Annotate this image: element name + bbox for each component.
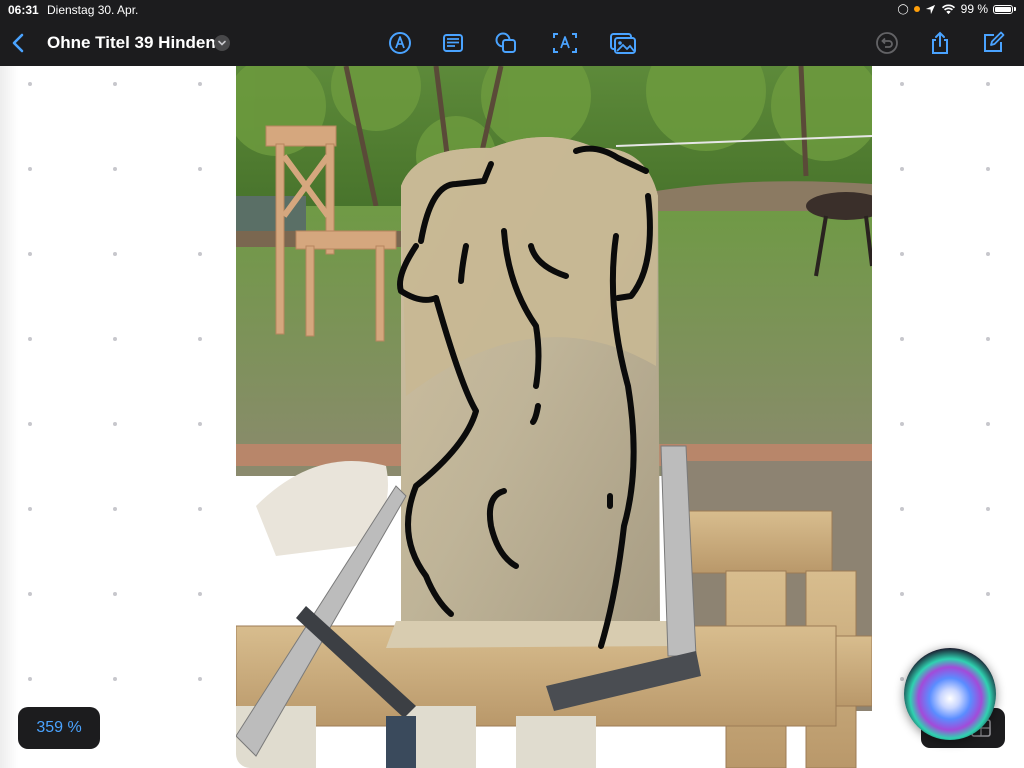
grid-dot — [113, 677, 117, 681]
status-time: 06:31 — [8, 3, 39, 17]
grid-dot — [900, 252, 904, 256]
grid-dot — [986, 422, 990, 426]
grid-dot — [113, 337, 117, 341]
grid-dot — [900, 422, 904, 426]
wifi-icon — [941, 3, 955, 14]
grid-dot — [28, 592, 32, 596]
grid-dot — [986, 337, 990, 341]
location-icon — [925, 4, 935, 14]
grid-dot — [28, 337, 32, 341]
undo-icon — [876, 32, 898, 54]
text-icon — [553, 33, 577, 53]
textbox-icon — [443, 34, 463, 52]
text-tool-button[interactable] — [552, 31, 577, 55]
grid-dot — [900, 677, 904, 681]
pen-tool-button[interactable] — [388, 31, 412, 55]
sculpture-photo-image — [236, 66, 872, 768]
pen-icon — [389, 32, 411, 54]
screen-mirroring-icon: ◯ — [897, 3, 909, 15]
zoom-level-label: 359 % — [36, 719, 82, 736]
share-icon — [932, 31, 948, 54]
siri-orb-icon[interactable] — [904, 648, 996, 740]
grid-dot — [900, 337, 904, 341]
compose-button[interactable] — [981, 31, 1005, 55]
battery-tip-icon — [1014, 7, 1016, 11]
grid-dot — [113, 167, 117, 171]
grid-dot — [900, 167, 904, 171]
battery-percent: 99 % — [960, 2, 988, 16]
grid-dot — [900, 82, 904, 86]
grid-dot — [28, 252, 32, 256]
grid-dot — [986, 252, 990, 256]
grid-dot — [113, 252, 117, 256]
status-date: Dienstag 30. Apr. — [47, 3, 139, 17]
document-title[interactable]: Ohne Titel 39 Hinden — [47, 33, 216, 53]
undo-button[interactable] — [875, 31, 899, 55]
grid-dot — [198, 677, 202, 681]
canvas-edge-shadow — [0, 66, 18, 768]
shapes-tool-button[interactable] — [494, 31, 518, 55]
grid-dot — [113, 592, 117, 596]
shapes-icon — [495, 32, 516, 53]
grid-dot — [986, 167, 990, 171]
back-button[interactable] — [8, 31, 30, 55]
grid-dot — [198, 167, 202, 171]
grid-dot — [986, 82, 990, 86]
grid-dot — [113, 422, 117, 426]
grid-dot — [900, 507, 904, 511]
back-chevron-icon — [12, 33, 24, 53]
status-bar: 06:31 Dienstag 30. Apr. ◯ 99 % — [0, 0, 1024, 20]
grid-dot — [198, 252, 202, 256]
grid-dot — [986, 507, 990, 511]
grid-dot — [28, 677, 32, 681]
chevron-down-icon — [218, 40, 226, 46]
grid-dot — [198, 337, 202, 341]
grid-dot — [198, 82, 202, 86]
zoom-level-button[interactable]: 359 % — [18, 707, 100, 749]
status-indicators: ◯ 99 % — [897, 2, 1016, 16]
compose-icon — [984, 31, 1005, 52]
grid-dot — [900, 592, 904, 596]
toolbar: Ohne Titel 39 Hinden — [0, 20, 1024, 66]
battery-icon — [993, 4, 1013, 14]
grid-dot — [28, 167, 32, 171]
grid-dot — [28, 82, 32, 86]
grid-dot — [198, 592, 202, 596]
share-button[interactable] — [928, 31, 952, 55]
grid-dot — [198, 507, 202, 511]
grid-dot — [198, 422, 202, 426]
grid-dot — [28, 507, 32, 511]
title-menu-button[interactable] — [214, 35, 230, 51]
sculpture-photo[interactable] — [236, 66, 872, 768]
textbox-tool-button[interactable] — [441, 31, 465, 55]
grid-dot — [28, 422, 32, 426]
grid-dot — [986, 592, 990, 596]
media-tool-button[interactable] — [610, 31, 636, 55]
grid-dot — [113, 507, 117, 511]
grid-dot — [113, 82, 117, 86]
mic-indicator-icon — [913, 6, 920, 12]
media-icon — [610, 33, 636, 54]
